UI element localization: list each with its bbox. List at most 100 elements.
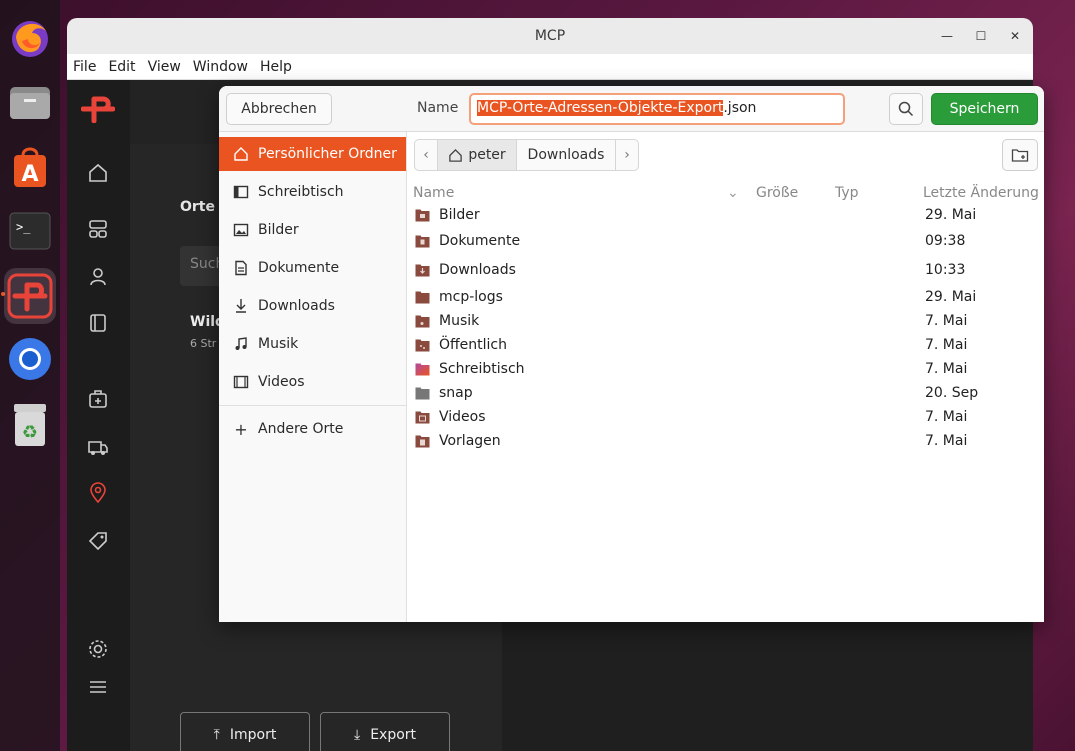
cancel-button[interactable]: Abbrechen [226,93,332,125]
place-music[interactable]: Musik [219,327,406,361]
folder-icon [415,411,430,424]
chevron-down-icon[interactable]: ⌄ [727,185,739,201]
location-nav-icon[interactable] [85,480,111,506]
medkit-nav-icon[interactable] [85,386,111,412]
place-home[interactable]: Persönlicher Ordner [219,137,406,171]
svg-text:♻: ♻ [22,422,38,443]
desktop-icon [233,185,249,199]
contacts-nav-icon[interactable] [85,264,111,290]
file-row[interactable]: Vorlagen 7. Mai [407,430,1044,454]
terminal-launcher[interactable]: >_ [5,206,55,256]
chrome-launcher[interactable] [5,334,55,384]
folder-icon [415,291,430,304]
file-row[interactable]: mcp-logs 29. Mai [407,286,1044,310]
new-folder-button[interactable] [1002,139,1038,171]
plus-icon: + [234,419,248,439]
place-other-locations[interactable]: + Andere Orte [219,412,406,446]
dashboard-nav-icon[interactable] [85,216,111,242]
save-file-dialog: Abbrechen Name MCP-Orte-Adressen-Objekte… [219,86,1044,622]
ambulance-nav-icon[interactable] [85,434,111,460]
filename-input[interactable]: MCP-Orte-Adressen-Objekte-Export.json [469,93,845,125]
column-modified[interactable]: Letzte Änderung [923,185,1039,201]
book-nav-icon[interactable] [85,310,111,336]
menu-window[interactable]: Window [187,59,254,75]
place-list-item-sub: 6 Str [190,337,217,350]
column-size[interactable]: Größe [756,185,798,201]
menu-file[interactable]: File [67,59,102,75]
dialog-header: Abbrechen Name MCP-Orte-Adressen-Objekte… [219,86,1044,132]
file-row[interactable]: Öffentlich 7. Mai [407,334,1044,358]
menu-view[interactable]: View [142,59,187,75]
folder-icon [415,315,430,328]
chevron-right-icon: › [624,147,630,163]
file-browser: ‹ peter Downloads › Name ⌄ Größe Typ Let… [407,132,1044,622]
places-sidebar: Persönlicher Ordner Schreibtisch Bilder … [219,132,407,622]
path-bar: ‹ peter Downloads › [414,139,639,171]
filename-extension: .json [723,100,757,116]
app-center-launcher[interactable]: A [5,142,55,192]
place-downloads[interactable]: Downloads [219,289,406,323]
menu-bar: File Edit View Window Help [67,54,1033,80]
chromium-icon [9,338,51,380]
download-icon [236,299,246,313]
home-icon [234,147,248,161]
panel-title: Orte [180,199,215,215]
app-center-icon: A [14,147,46,187]
export-button[interactable]: ⤓ Export [320,712,450,751]
terminal-icon: >_ [9,212,51,250]
upload-icon: ⤒ [213,726,220,743]
places-separator [219,405,406,406]
home-icon [449,148,463,162]
tags-nav-icon[interactable] [85,528,111,554]
video-icon [233,375,249,389]
path-crumb-home[interactable]: peter [437,139,517,171]
new-folder-icon [1011,149,1029,162]
maximize-button[interactable]: ☐ [971,26,991,46]
column-name[interactable]: Name [413,185,454,201]
path-forward-button[interactable]: › [615,139,639,171]
menu-edit[interactable]: Edit [102,59,141,75]
file-row[interactable]: Videos 7. Mai [407,406,1044,430]
app-logo-icon [81,96,115,123]
file-row[interactable]: Musik 7. Mai [407,310,1044,334]
column-header: Name ⌄ Größe Typ Letzte Änderung [407,182,1044,204]
minimize-button[interactable]: — [937,26,957,46]
column-type[interactable]: Typ [835,185,859,201]
file-row[interactable]: Bilder 29. Mai [407,204,1044,228]
file-row[interactable]: Dokumente 09:38 [407,230,1044,254]
firefox-launcher[interactable] [5,12,55,62]
svg-text:>_: >_ [16,220,31,234]
place-videos[interactable]: Videos [219,365,406,399]
file-row[interactable]: Downloads 10:33 [407,259,1044,283]
app-nav-sidebar [67,80,130,751]
path-back-button[interactable]: ‹ [414,139,438,171]
music-icon [235,337,247,350]
menu-help[interactable]: Help [254,59,298,75]
svg-text:A: A [21,162,38,187]
save-button[interactable]: Speichern [931,93,1038,125]
folder-icon [415,235,430,248]
search-button[interactable] [889,93,923,125]
file-row[interactable]: Schreibtisch 7. Mai [407,358,1044,382]
filename-label: Name [417,100,459,116]
path-crumb-downloads[interactable]: Downloads [516,139,616,171]
chevron-left-icon: ‹ [423,147,429,163]
close-button[interactable]: ✕ [1005,26,1025,46]
settings-nav-icon[interactable] [85,636,111,662]
file-row[interactable]: snap 20. Sep [407,382,1044,406]
menu-nav-icon[interactable] [85,674,111,700]
files-launcher[interactable] [5,76,55,126]
trash-launcher[interactable]: ♻ [5,400,55,450]
import-button[interactable]: ⤒ Import [180,712,310,751]
place-desktop[interactable]: Schreibtisch [219,175,406,209]
window-titlebar: MCP — ☐ ✕ [67,18,1033,54]
folder-icon [415,264,430,277]
mcp-launcher[interactable] [4,268,56,324]
folder-icon [415,387,430,400]
firefox-icon [12,21,48,57]
folder-icon [415,209,430,222]
home-nav-icon[interactable] [85,160,111,186]
document-icon [235,260,247,276]
place-pictures[interactable]: Bilder [219,213,406,247]
place-documents[interactable]: Dokumente [219,251,406,285]
